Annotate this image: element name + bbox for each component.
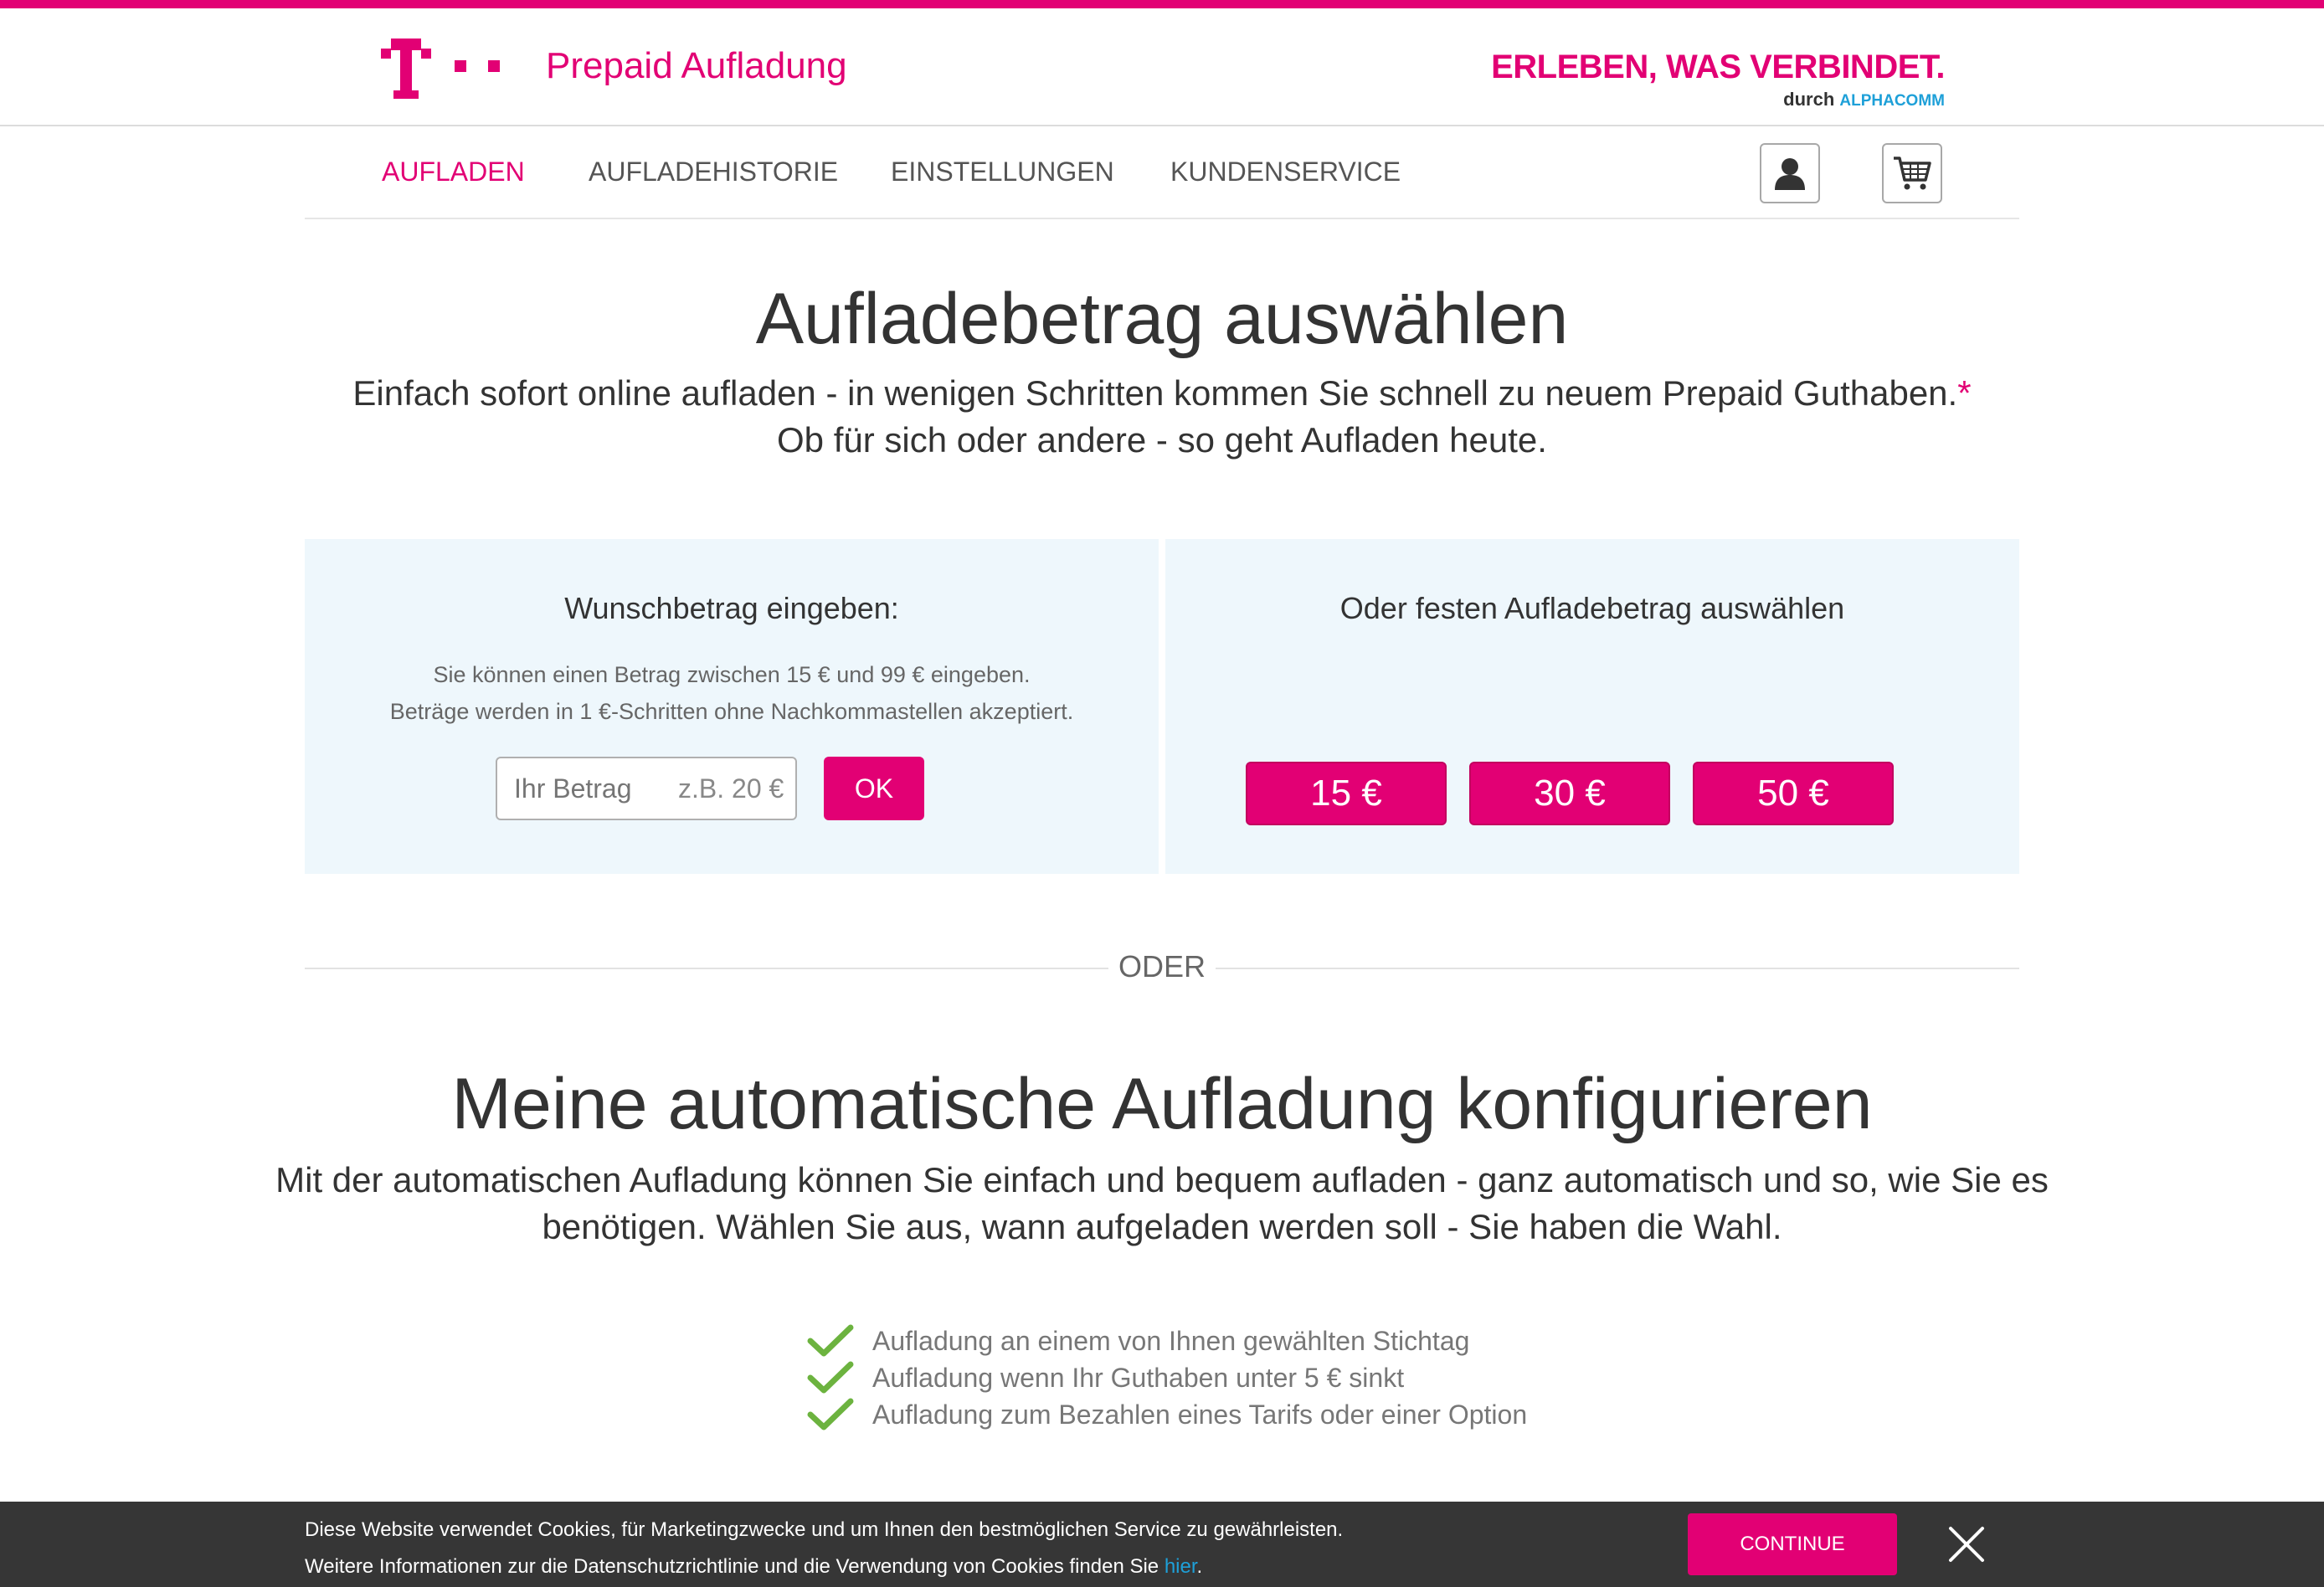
nav-item-einstellungen[interactable]: EINSTELLUNGEN — [891, 157, 1114, 187]
brand-top-bar — [0, 0, 2324, 8]
divider-label: ODER — [1118, 949, 1206, 984]
fixed-amount-panel: Oder festen Aufladebetrag auswählen 15 €… — [1165, 539, 2019, 874]
cookie-line2-text: Weitere Informationen zur die Datenschut… — [305, 1555, 1159, 1578]
amount-button-30[interactable]: 30 € — [1469, 762, 1670, 825]
custom-amount-title: Wunschbetrag eingeben: — [564, 591, 899, 625]
cookie-line2-end: . — [1196, 1555, 1203, 1578]
nav-item-kundenservice[interactable]: KUNDENSERVICE — [1170, 157, 1401, 187]
cookie-line1: Diese Website verwendet Cookies, für Mar… — [305, 1518, 1344, 1541]
custom-amount-info-1: Sie können einen Betrag zwischen 15 € un… — [433, 662, 1031, 687]
nav-item-aufladen[interactable]: AUFLADEN — [382, 157, 525, 187]
continue-button[interactable]: CONTINUE — [1688, 1513, 1897, 1575]
page-title: Aufladebetrag auswählen — [755, 279, 1569, 359]
cookie-policy-link[interactable]: hier — [1165, 1555, 1197, 1578]
claim-main: ERLEBEN, WAS VERBINDET. — [1491, 49, 1945, 85]
auto-topup-line1: Mit der automatischen Aufladung können S… — [275, 1160, 2049, 1199]
feature-item: Aufladung zum Bezahlen eines Tarifs oder… — [807, 1396, 1527, 1433]
account-button[interactable] — [1760, 143, 1820, 203]
cookie-text: Diese Website verwendet Cookies, für Mar… — [305, 1512, 1343, 1585]
user-icon — [1775, 158, 1805, 190]
hero-footnote-star: * — [1957, 373, 1972, 413]
site-header: Prepaid Aufladung ERLEBEN, WAS VERBINDET… — [0, 8, 2324, 126]
fixed-amount-title: Oder festen Aufladebetrag auswählen — [1339, 591, 1845, 625]
auto-topup-line2: benötigen. Wählen Sie aus, wann aufgelad… — [542, 1207, 1782, 1246]
cookie-banner: Diese Website verwendet Cookies, für Mar… — [0, 1502, 2324, 1587]
hero-line1: Einfach sofort online aufladen - in weni… — [352, 373, 1958, 413]
custom-amount-info: Sie können einen Betrag zwischen 15 € un… — [305, 656, 1159, 730]
cart-button[interactable] — [1882, 143, 1942, 203]
cookie-line2: Weitere Informationen zur die Datenschut… — [305, 1548, 1343, 1585]
checkmark-icon — [807, 1361, 854, 1394]
brand-claim: ERLEBEN, WAS VERBINDET. durch ALPHACOMM — [1491, 49, 1945, 110]
claim-sub: durch ALPHACOMM — [1491, 89, 1945, 110]
amount-button-50[interactable]: 50 € — [1693, 762, 1894, 825]
auto-topup-description: Mit der automatischen Aufladung können S… — [0, 1157, 2324, 1251]
amount-input[interactable] — [496, 757, 797, 820]
feature-label: Aufladung wenn Ihr Guthaben unter 5 € si… — [872, 1362, 1405, 1393]
amount-button-15[interactable]: 15 € — [1246, 762, 1447, 825]
auto-topup-features: Aufladung an einem von Ihnen gewählten S… — [807, 1322, 1527, 1433]
cart-icon — [1894, 157, 1931, 190]
hero-subtitle: Einfach sofort online aufladen - in weni… — [0, 370, 2324, 464]
brand-title: Prepaid Aufladung — [546, 45, 847, 86]
telekom-logo[interactable] — [381, 39, 515, 105]
hero-line2: Ob für sich oder andere - so geht Auflad… — [777, 420, 1547, 460]
feature-label: Aufladung an einem von Ihnen gewählten S… — [872, 1325, 1470, 1356]
claim-by: durch — [1783, 89, 1835, 110]
close-icon[interactable] — [1944, 1522, 1989, 1567]
feature-label: Aufladung zum Bezahlen eines Tarifs oder… — [872, 1399, 1528, 1430]
checkmark-icon — [807, 1324, 854, 1357]
feature-item: Aufladung wenn Ihr Guthaben unter 5 € si… — [807, 1359, 1527, 1396]
auto-topup-title: Meine automatische Aufladung konfigurier… — [451, 1064, 1873, 1144]
checkmark-icon — [807, 1398, 854, 1430]
main-nav: AUFLADEN AUFLADEHISTORIE EINSTELLUNGEN K… — [305, 126, 2019, 219]
feature-item: Aufladung an einem von Ihnen gewählten S… — [807, 1322, 1527, 1359]
claim-partner: ALPHACOMM — [1839, 92, 1945, 110]
custom-amount-info-2: Beträge werden in 1 €-Schritten ohne Nac… — [389, 699, 1074, 724]
ok-button[interactable]: OK — [824, 757, 924, 820]
nav-item-aufladehistorie[interactable]: AUFLADEHISTORIE — [589, 157, 838, 187]
custom-amount-panel: Wunschbetrag eingeben: Sie können einen … — [305, 539, 1159, 874]
